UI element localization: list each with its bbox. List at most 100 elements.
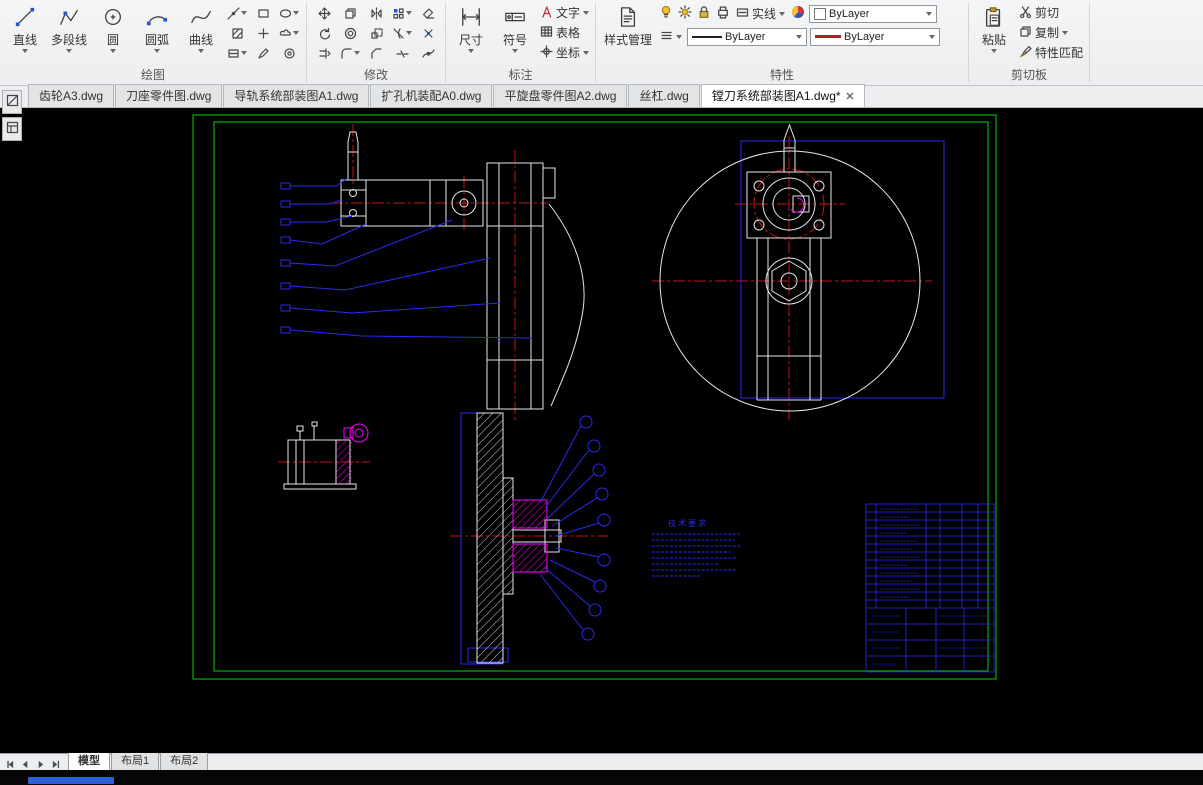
spline-tool-label: 曲线: [188, 33, 213, 47]
point-button[interactable]: [250, 23, 276, 43]
linetype-dropdown[interactable]: ByLayer: [687, 27, 808, 46]
chevron-down-icon: [512, 49, 518, 53]
clipboard-paste-icon: [983, 4, 1005, 30]
layer-thaw-button[interactable]: [677, 5, 693, 23]
copy-button[interactable]: 复制: [1017, 23, 1085, 42]
layer-value: ByLayer: [829, 7, 870, 20]
move-button[interactable]: [311, 3, 337, 23]
chevron-down-icon: [926, 11, 933, 16]
pencil-sketch-button[interactable]: [250, 43, 276, 63]
erase-button[interactable]: [415, 3, 441, 23]
symbol-tool-button[interactable]: 符号: [494, 1, 536, 53]
color-wheel-icon: [791, 5, 805, 22]
panel-label-modify: 修改: [363, 68, 388, 82]
prev-layout-button[interactable]: [19, 760, 32, 769]
style-manager-button[interactable]: 样式管理: [600, 1, 656, 48]
rectangle-button[interactable]: [250, 3, 276, 23]
command-bar[interactable]: [0, 770, 1203, 785]
polyline-tool-button[interactable]: 多段线: [48, 1, 90, 53]
panel-draw: 直线 多段线 圆 圆弧 曲线 绘图: [0, 0, 306, 85]
layer-lock-button[interactable]: [696, 5, 712, 23]
tab-layout2-label: 布局2: [170, 755, 199, 767]
coordinate-tool-button[interactable]: 坐标: [538, 43, 591, 62]
construction-line-button[interactable]: [224, 3, 250, 23]
offset-button[interactable]: [337, 23, 363, 43]
text-icon: [540, 5, 553, 21]
dimension-tool-label: 尺寸: [458, 33, 483, 47]
ellipse-button[interactable]: [276, 3, 302, 23]
chevron-down-icon: [583, 10, 590, 15]
explode-button[interactable]: [415, 23, 441, 43]
revision-cloud-button[interactable]: [276, 23, 302, 43]
color-picker-button[interactable]: [790, 5, 806, 23]
modify-mini-grid: [311, 3, 441, 63]
plot-button[interactable]: [715, 5, 731, 23]
mirror-button[interactable]: [363, 3, 389, 23]
tab-layout1-label: 布局1: [121, 755, 150, 767]
layer-on-button[interactable]: [658, 5, 674, 23]
copy-object-button[interactable]: [337, 3, 363, 23]
match-properties-button[interactable]: 特性匹配: [1017, 43, 1085, 62]
tab-model[interactable]: 模型: [68, 750, 110, 770]
stretch-button[interactable]: [311, 43, 337, 63]
spline-tool-button[interactable]: 曲线: [180, 1, 222, 53]
rotate-button[interactable]: [311, 23, 337, 43]
list-view-button[interactable]: [658, 27, 684, 46]
join-button[interactable]: [415, 43, 441, 63]
fillet-button[interactable]: [337, 43, 363, 63]
region-button[interactable]: [224, 43, 250, 63]
chevron-down-icon: [779, 11, 786, 16]
doc-tab-toolholder[interactable]: 刀座零件图.dwg: [115, 84, 223, 107]
doc-tab-guideway[interactable]: 导轨系统部装图A1.dwg: [223, 84, 370, 107]
tech-requirements-title: 技术要求: [668, 518, 708, 528]
array-button[interactable]: [389, 3, 415, 23]
hatch-button[interactable]: [224, 23, 250, 43]
text-tool-button[interactable]: 文字: [538, 3, 591, 22]
layer-dropdown[interactable]: ByLayer: [809, 4, 938, 23]
chevron-down-icon: [241, 11, 247, 15]
chevron-down-icon: [110, 49, 116, 53]
circle-tool-button[interactable]: 圆: [92, 1, 134, 53]
lightbulb-icon: [659, 5, 673, 22]
drawing-canvas[interactable]: 技术要求: [0, 108, 1203, 753]
tab-layout1[interactable]: 布局1: [111, 750, 160, 770]
chamfer-button[interactable]: [363, 43, 389, 63]
viewport-tool-button[interactable]: [2, 90, 22, 114]
last-layout-button[interactable]: [49, 760, 62, 769]
lineweight-value: ByLayer: [844, 30, 885, 43]
doc-tab-boring-system[interactable]: 镗刀系统部装图A1.dwg*: [700, 84, 865, 107]
doc-tab-leadscrew[interactable]: 丝杠.dwg: [628, 84, 700, 107]
linetype-quick-button[interactable]: 实线: [734, 4, 787, 23]
tab-model-label: 模型: [78, 755, 100, 767]
doc-tab-reamer[interactable]: 扩孔机装配A0.dwg: [370, 84, 493, 107]
next-layout-button[interactable]: [34, 760, 47, 769]
dimension-tool-button[interactable]: 尺寸: [450, 1, 492, 53]
doc-tab-facing-disc[interactable]: 平旋盘零件图A2.dwg: [493, 84, 628, 107]
view-part-detail: [278, 421, 370, 490]
line-tool-button[interactable]: 直线: [4, 1, 46, 53]
doc-tab-gear[interactable]: 齿轮A3.dwg: [28, 84, 115, 107]
tab-layout2[interactable]: 布局2: [160, 750, 209, 770]
scale-button[interactable]: [363, 23, 389, 43]
brush-icon: [1019, 45, 1032, 61]
first-layout-button[interactable]: [4, 760, 17, 769]
match-properties-label: 特性匹配: [1035, 46, 1084, 60]
lineweight-dropdown[interactable]: ByLayer: [810, 27, 941, 46]
trim-button[interactable]: [389, 23, 415, 43]
palette-tool-button[interactable]: [2, 117, 22, 141]
break-button[interactable]: [389, 43, 415, 63]
close-icon[interactable]: [846, 92, 854, 100]
spline-icon: [190, 4, 212, 30]
doc-tab-label: 导轨系统部装图A1.dwg: [234, 89, 359, 103]
arc-tool-label: 圆弧: [144, 33, 169, 47]
dimension-icon: [460, 4, 482, 30]
layout-tab-bar: 模型 布局1 布局2: [0, 750, 1203, 770]
chevron-down-icon: [468, 49, 474, 53]
donut-button[interactable]: [276, 43, 302, 63]
panel-label-properties: 特性: [770, 68, 795, 82]
cut-button[interactable]: 剪切: [1017, 3, 1085, 22]
table-tool-button[interactable]: 表格: [538, 23, 591, 42]
arc-tool-button[interactable]: 圆弧: [136, 1, 178, 53]
paste-button[interactable]: 粘贴: [973, 1, 1015, 53]
polyline-icon: [58, 4, 80, 30]
